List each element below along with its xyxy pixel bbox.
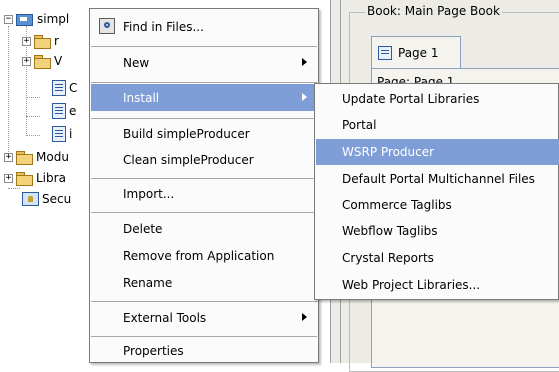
submenu-item-web-project-libraries[interactable]: Web Project Libraries...: [316, 272, 559, 298]
folder-icon: [34, 54, 51, 69]
tree-node-label: r: [54, 34, 59, 48]
menu-item-new[interactable]: New: [91, 49, 317, 76]
tree-node-label: Modu: [36, 150, 69, 164]
submenu-item-label: Commerce Taglibs: [342, 198, 452, 212]
tree-node-label: C: [69, 81, 78, 95]
tree-node-label: V: [54, 54, 63, 68]
menu-item-install[interactable]: Install: [91, 84, 317, 111]
submenu-item-label: WSRP Producer: [342, 145, 435, 159]
menu-item-label: External Tools: [123, 310, 207, 325]
expand-toggle[interactable]: +: [22, 56, 31, 66]
submenu-item-label: Web Project Libraries...: [342, 278, 481, 292]
security-icon: [22, 192, 39, 206]
menu-item-label: Import...: [123, 186, 175, 201]
submenu-item-label: Webflow Taglibs: [342, 224, 438, 238]
menu-item-build[interactable]: Build simpleProducer: [91, 120, 317, 147]
tree-connector: [8, 188, 20, 189]
find-in-files-icon: [99, 18, 115, 34]
menu-separator: [91, 212, 317, 213]
folder-icon: [16, 150, 33, 165]
file-icon: [52, 103, 66, 119]
menu-item-import[interactable]: Import...: [91, 180, 317, 207]
menu-item-label: Find in Files...: [123, 19, 204, 34]
menu-item-label: Clean simpleProducer: [123, 152, 254, 167]
submenu-item-label: Portal: [342, 118, 377, 132]
page-icon: [378, 45, 392, 60]
context-menu: Find in Files... New Install Build simpl…: [89, 8, 319, 363]
submenu-item-default-portal-multichannel-files[interactable]: Default Portal Multichannel Files: [316, 166, 559, 192]
tab-page-1[interactable]: Page 1: [371, 36, 461, 68]
menu-item-label: Properties: [123, 343, 184, 358]
folder-icon: [34, 34, 51, 49]
file-icon: [52, 80, 66, 96]
submenu-arrow-icon: [302, 58, 307, 66]
file-icon: [52, 126, 66, 142]
menu-item-label: Remove from Application: [123, 248, 275, 263]
menu-item-label: Rename: [123, 275, 173, 290]
tree-node-folder[interactable]: + V: [22, 52, 62, 70]
submenu-arrow-icon: [302, 313, 307, 321]
tree-node-label: i: [69, 127, 73, 141]
menu-item-label: Build simpleProducer: [123, 126, 250, 141]
submenu-item-webflow-taglibs[interactable]: Webflow Taglibs: [316, 218, 559, 244]
submenu-item-label: Crystal Reports: [342, 251, 434, 265]
submenu-item-wsrp-producer[interactable]: WSRP Producer: [316, 139, 559, 165]
submenu-item-label: Default Portal Multichannel Files: [342, 172, 535, 186]
tree-node-label: simpl: [37, 12, 70, 26]
menu-separator: [91, 82, 317, 83]
tree-connector: [26, 97, 40, 98]
menu-item-label: Install: [123, 90, 160, 105]
tree-node-label: Libra: [36, 171, 66, 185]
tree-node-folder[interactable]: + Modu: [4, 148, 69, 166]
tree-connector: [26, 135, 40, 136]
menu-item-find-in-files[interactable]: Find in Files...: [91, 13, 317, 40]
book-group-title: Book: Main Page Book: [365, 4, 502, 18]
expand-toggle[interactable]: +: [4, 152, 13, 162]
menu-separator: [91, 178, 317, 179]
tree-node-folder[interactable]: + r: [22, 32, 59, 50]
project-icon: [16, 12, 34, 26]
tab-label: Page 1: [398, 45, 439, 60]
tree-node-file[interactable]: C: [52, 79, 77, 97]
tree-node-label: Secu: [42, 192, 72, 206]
menu-item-label: Delete: [123, 221, 163, 236]
tree-node-folder[interactable]: + Libra: [4, 169, 66, 187]
expand-toggle[interactable]: +: [4, 173, 13, 183]
expand-toggle[interactable]: +: [22, 36, 31, 46]
submenu-item-update-portal-libraries[interactable]: Update Portal Libraries: [316, 86, 559, 112]
tree-connector: [8, 26, 9, 156]
submenu-item-portal[interactable]: Portal: [316, 112, 559, 138]
collapse-toggle[interactable]: −: [4, 14, 13, 24]
menu-item-properties[interactable]: Properties: [91, 337, 317, 364]
menu-separator: [91, 46, 317, 47]
menu-separator: [91, 118, 317, 119]
submenu-item-commerce-taglibs[interactable]: Commerce Taglibs: [316, 192, 559, 218]
menu-item-external-tools[interactable]: External Tools: [91, 304, 317, 331]
menu-item-rename[interactable]: Rename: [91, 269, 317, 296]
menu-item-delete[interactable]: Delete: [91, 215, 317, 242]
submenu-arrow-icon: [302, 93, 307, 101]
tree-node-project[interactable]: − simpl: [4, 10, 69, 28]
tree-node-file[interactable]: e: [52, 102, 76, 120]
folder-icon: [16, 171, 33, 186]
install-submenu: Update Portal Libraries Portal WSRP Prod…: [314, 83, 559, 300]
submenu-item-label: Update Portal Libraries: [342, 92, 480, 106]
menu-item-label: New: [123, 55, 150, 70]
tree-node-file[interactable]: i: [52, 125, 72, 143]
submenu-item-crystal-reports[interactable]: Crystal Reports: [316, 245, 559, 271]
tree-node-security[interactable]: Secu: [22, 190, 71, 208]
menu-item-remove-from-application[interactable]: Remove from Application: [91, 242, 317, 269]
tree-node-label: e: [69, 104, 77, 118]
tree-connector: [26, 116, 40, 117]
menu-separator: [91, 301, 317, 302]
menu-item-clean[interactable]: Clean simpleProducer: [91, 146, 317, 173]
